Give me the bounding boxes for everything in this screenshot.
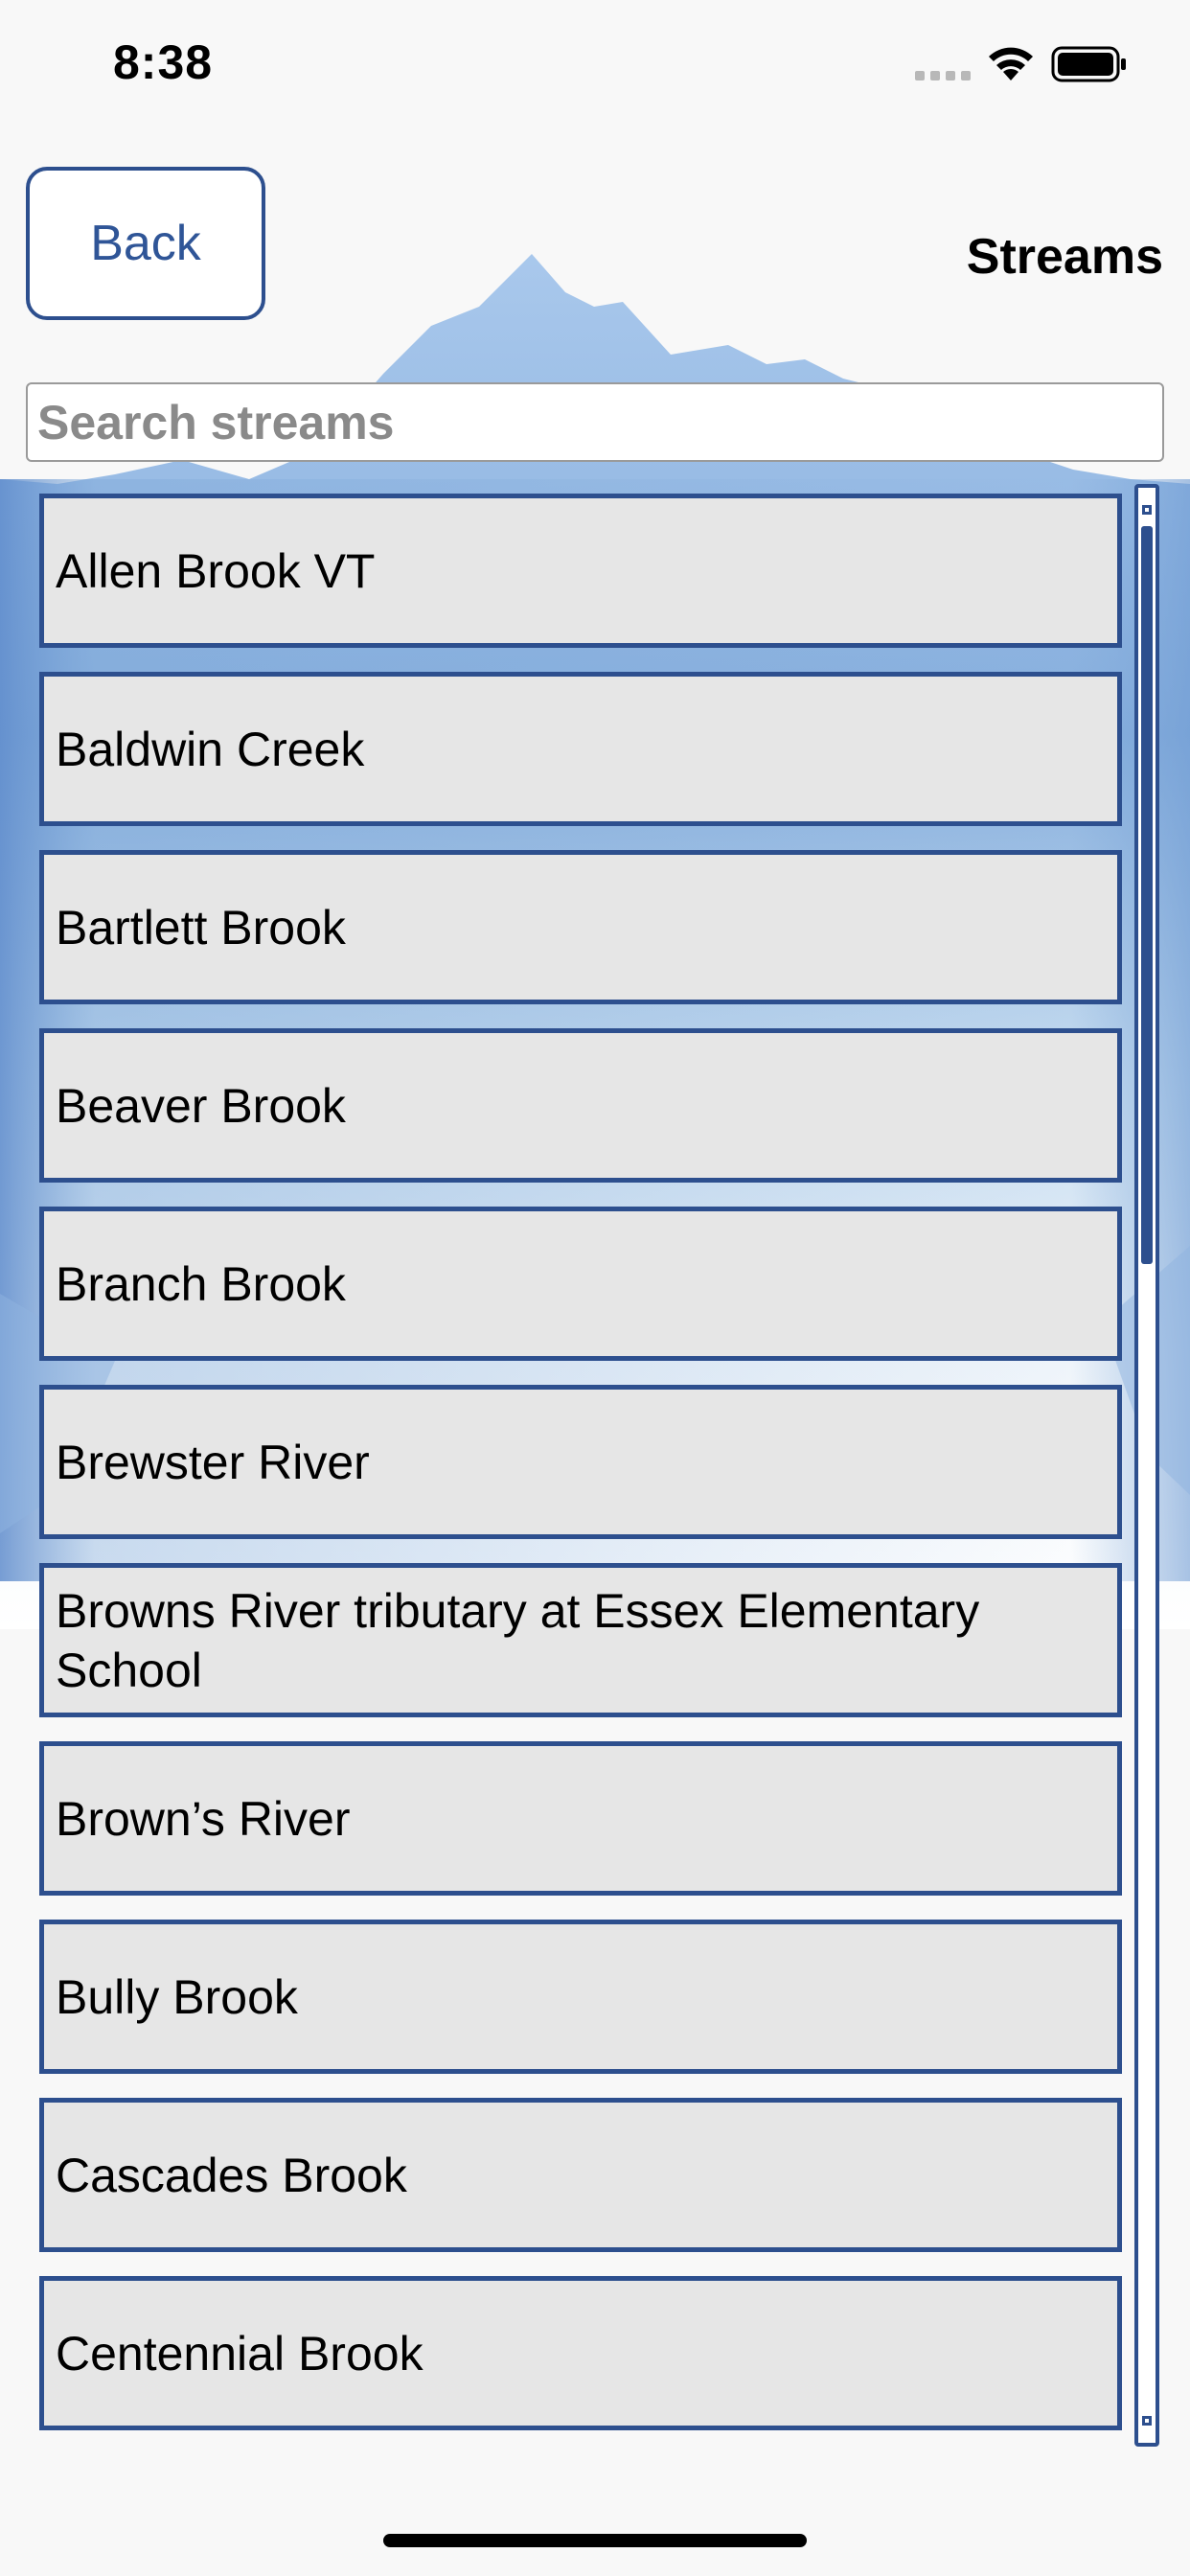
cellular-signal-icon	[915, 71, 971, 80]
wifi-icon	[989, 47, 1033, 80]
page-title: Streams	[966, 229, 1163, 285]
stream-list: Allen Brook VT Baldwin Creek Bartlett Br…	[39, 494, 1122, 2454]
list-item[interactable]: Beaver Brook	[39, 1028, 1122, 1183]
home-indicator[interactable]	[383, 2534, 807, 2547]
list-item[interactable]: Allen Brook VT	[39, 494, 1122, 648]
list-item[interactable]: Centennial Brook	[39, 2276, 1122, 2430]
list-item[interactable]: Branch Brook	[39, 1207, 1122, 1361]
list-item[interactable]: Brown’s River	[39, 1741, 1122, 1896]
scrollbar-thumb[interactable]	[1141, 526, 1153, 1264]
status-bar: 8:38	[0, 0, 1190, 134]
list-item[interactable]: Browns River tributary at Essex Elementa…	[39, 1563, 1122, 1717]
scroll-down-icon[interactable]	[1142, 2416, 1152, 2426]
list-item[interactable]: Cascades Brook	[39, 2098, 1122, 2252]
back-button[interactable]: Back	[26, 167, 265, 320]
search-input[interactable]	[26, 382, 1164, 462]
scroll-up-icon[interactable]	[1142, 505, 1152, 515]
list-item[interactable]: Brewster River	[39, 1385, 1122, 1539]
list-item[interactable]: Bartlett Brook	[39, 850, 1122, 1004]
scrollbar[interactable]	[1134, 484, 1159, 2447]
list-item[interactable]: Baldwin Creek	[39, 672, 1122, 826]
status-time: 8:38	[113, 35, 214, 89]
battery-icon	[1051, 46, 1126, 82]
list-item[interactable]: Bully Brook	[39, 1920, 1122, 2074]
